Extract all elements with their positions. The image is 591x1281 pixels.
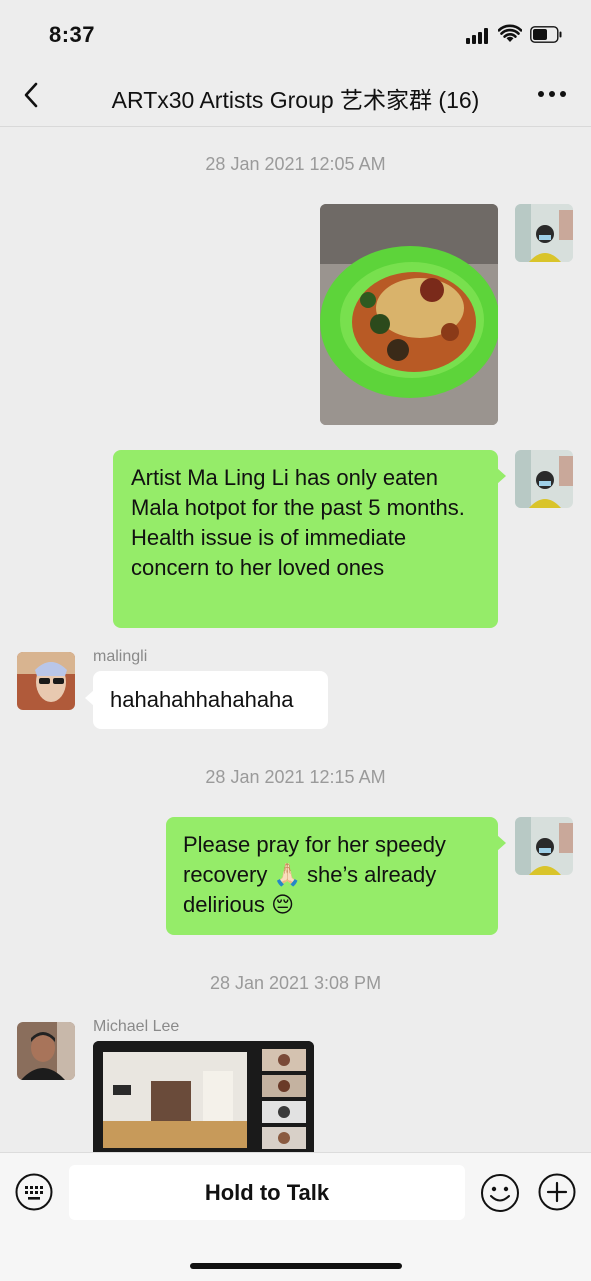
avatar[interactable] [515,817,573,875]
input-bar: Hold to Talk [0,1152,591,1281]
cellular-signal-icon [466,28,492,44]
plus-icon[interactable] [538,1173,576,1211]
bubble-tail [85,690,94,706]
message-bubble[interactable]: hahahahhahahaha [93,671,328,729]
avatar[interactable] [17,652,75,710]
wifi-icon [498,24,522,42]
praying-hands-emoji: 🙏🏻 [273,862,301,887]
message-text: Artist Ma Ling Li has only eaten Mala ho… [131,465,465,580]
sender-name: Michael Lee [93,1018,180,1035]
emoji-icon[interactable] [480,1173,520,1213]
bubble-tail [497,835,506,851]
message-text: hahahahhahahaha [110,687,294,712]
status-time: 8:37 [49,22,96,47]
hold-to-talk-button[interactable]: Hold to Talk [69,1165,465,1220]
chat-header: ARTx30 Artists Group 艺术家群 (16) [0,64,591,127]
timestamp: 28 Jan 2021 12:15 AM [205,767,386,787]
battery-icon [530,26,562,43]
avatar[interactable] [515,204,573,262]
sender-name: malingli [93,648,148,665]
bubble-tail [497,468,506,484]
keyboard-icon[interactable] [15,1173,53,1211]
home-indicator [190,1263,402,1269]
pensive-face-emoji: 😔 [271,892,294,917]
video-call-screenshot-icon[interactable] [93,1041,314,1152]
message-bubble[interactable]: Please pray for her speedy recovery 🙏🏻 s… [166,817,498,935]
avatar[interactable] [515,450,573,508]
timestamp: 28 Jan 2021 3:08 PM [209,973,382,993]
food-photo-icon[interactable] [320,204,498,425]
timestamp: 28 Jan 2021 12:05 AM [205,154,386,174]
chevron-left-icon[interactable] [18,80,46,110]
more-dots-icon[interactable] [536,84,568,104]
status-bar: 8:37 [0,0,591,64]
avatar[interactable] [17,1022,75,1080]
message-bubble[interactable]: Artist Ma Ling Li has only eaten Mala ho… [113,450,498,628]
chat-title: ARTx30 Artists Group 艺术家群 (16) [111,87,480,113]
